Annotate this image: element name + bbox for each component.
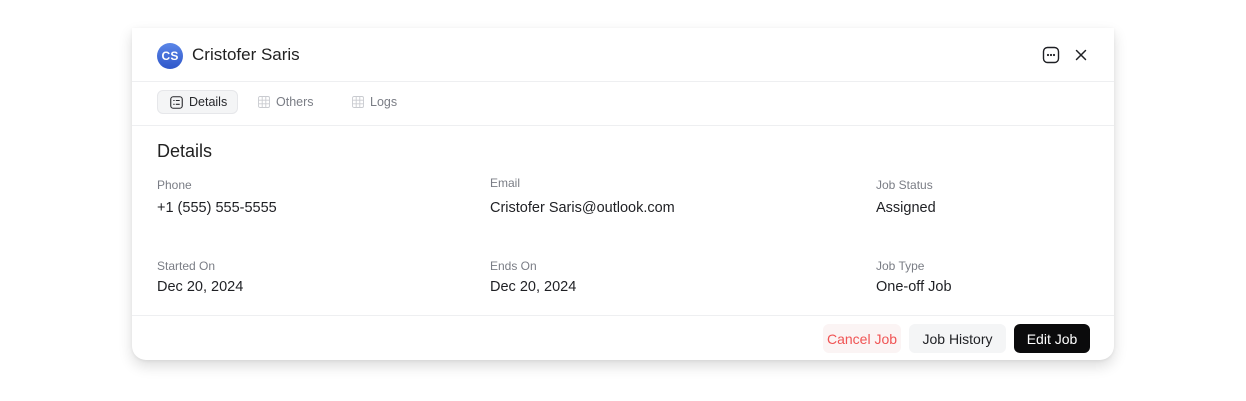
card-header: CS Cristofer Saris [132,28,1114,82]
tab-others[interactable]: Others [258,90,314,114]
close-icon [1075,49,1087,61]
avatar: CS [157,43,183,69]
grid-icon [258,96,270,108]
tab-label: Details [189,95,228,109]
email-value: Cristofer Saris@outlook.com [490,200,675,216]
job-type-label: Job Type [876,259,925,273]
phone-label: Phone [157,178,192,192]
job-status-value: Assigned [876,200,936,216]
job-type-value: One-off Job [876,279,952,295]
job-history-button[interactable]: Job History [909,324,1006,353]
ends-on-value: Dec 20, 2024 [490,279,577,295]
tab-bar: Details Others Logs [132,82,1114,126]
close-button[interactable] [1071,45,1091,65]
more-dots-icon [1042,46,1060,64]
tab-label: Logs [370,95,398,109]
cancel-job-button[interactable]: Cancel Job [823,324,901,353]
job-detail-card: CS Cristofer Saris Details Others Logs D… [132,28,1114,360]
list-icon [170,95,183,109]
ends-on-label: Ends On [490,259,537,273]
job-status-label: Job Status [876,178,933,192]
tab-logs[interactable]: Logs [352,90,397,114]
card-footer: Cancel Job Job History Edit Job [132,315,1114,360]
tab-details[interactable]: Details [157,90,238,114]
section-title: Details [157,141,213,161]
customer-name: Cristofer Saris [192,45,300,64]
grid-icon [352,96,364,108]
phone-value: +1 (555) 555-5555 [157,200,277,216]
started-on-label: Started On [157,259,216,273]
tab-label: Others [276,95,314,109]
started-on-value: Dec 20, 2024 [157,279,244,295]
edit-job-button[interactable]: Edit Job [1014,324,1090,353]
more-options-button[interactable] [1041,45,1061,65]
email-label: Email [490,176,521,190]
